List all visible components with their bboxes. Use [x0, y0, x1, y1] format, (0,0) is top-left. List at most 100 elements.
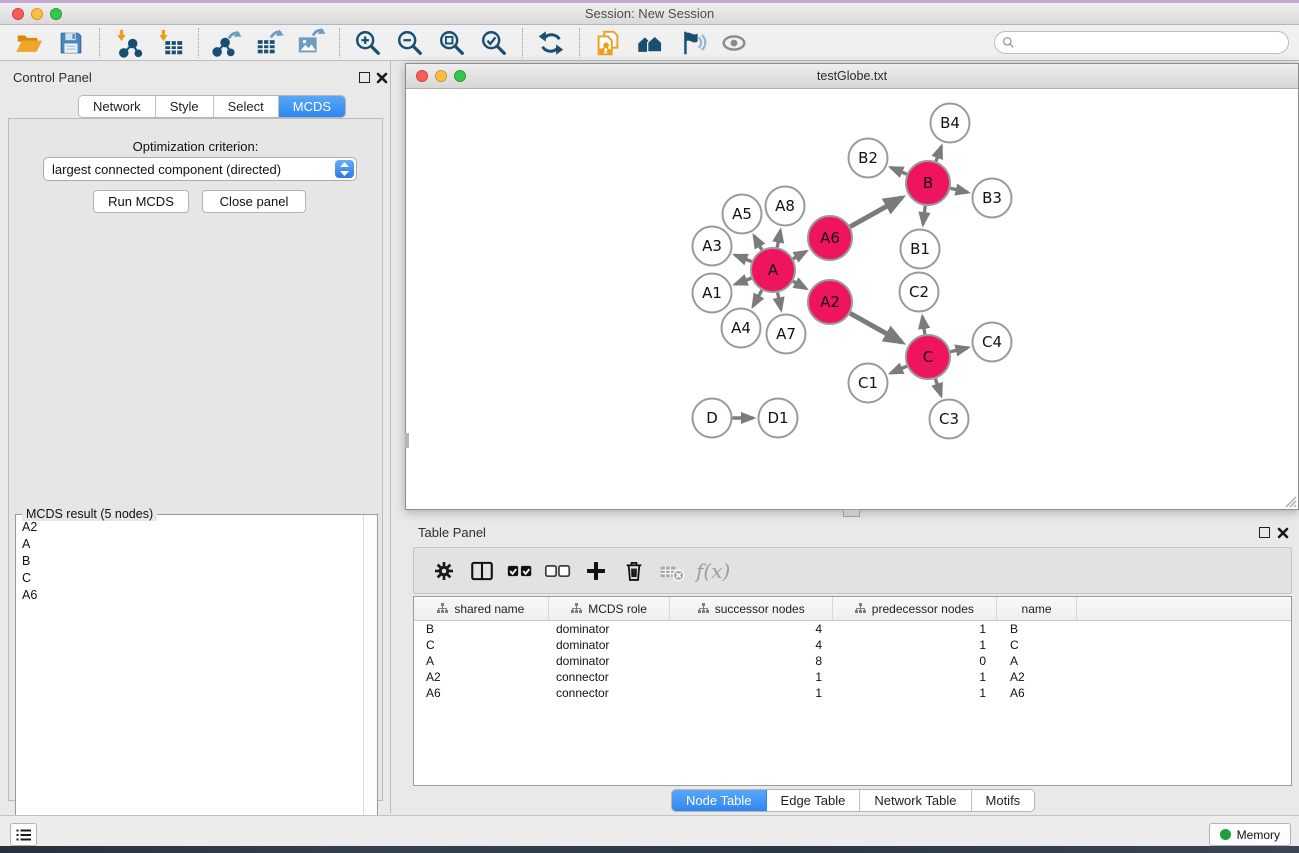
tab-select[interactable]: Select	[214, 96, 279, 117]
node-B3[interactable]: B3	[973, 179, 1012, 218]
node-A3[interactable]: A3	[693, 227, 732, 266]
network-left-scroll-thumb[interactable]	[405, 433, 409, 448]
mcds-result-item[interactable]: A6	[16, 586, 363, 603]
column-header-name[interactable]: name	[997, 597, 1078, 620]
node-B2[interactable]: B2	[849, 139, 888, 178]
mcds-result-item[interactable]: A2	[16, 518, 363, 535]
run-mcds-button[interactable]: Run MCDS	[93, 190, 189, 213]
zoom-fit-icon[interactable]	[435, 26, 469, 60]
show-panels-list-button[interactable]	[10, 823, 37, 846]
table-options-gear-icon[interactable]	[426, 556, 462, 586]
zoom-out-icon[interactable]	[393, 26, 427, 60]
node-A2[interactable]: A2	[808, 280, 852, 324]
node-A8[interactable]: A8	[766, 187, 805, 226]
criterion-dropdown[interactable]: largest connected component (directed)	[43, 157, 357, 181]
node-C[interactable]: C	[906, 335, 950, 379]
edge-C-C2[interactable]	[922, 317, 924, 335]
mcds-result-item[interactable]: C	[16, 569, 363, 586]
edge-B-B2[interactable]	[891, 168, 907, 175]
node-B[interactable]: B	[906, 161, 950, 205]
import-table-icon[interactable]	[153, 26, 187, 60]
edge-C-C4[interactable]	[950, 348, 967, 352]
table-row[interactable]: Adominator80A	[414, 653, 1291, 669]
tab-network-table[interactable]: Network Table	[860, 790, 971, 811]
search-input[interactable]	[1019, 36, 1288, 50]
node-A4[interactable]: A4	[722, 309, 761, 348]
node-A6[interactable]: A6	[808, 216, 852, 260]
table-row[interactable]: A2connector11A2	[414, 669, 1291, 685]
edge-A-A4[interactable]	[753, 290, 762, 306]
table-row[interactable]: Cdominator41C	[414, 637, 1291, 653]
column-header-MCDS-role[interactable]: MCDS role	[549, 597, 671, 620]
tab-node-table[interactable]: Node Table	[672, 790, 767, 811]
column-header-successor-nodes[interactable]: successor nodes	[670, 597, 833, 620]
tab-edge-table[interactable]: Edge Table	[767, 790, 861, 811]
network-canvas[interactable]: A B C A6 A2 A1 A3 A4 A5 A7 A8 B1 B2 B3B4 C1 C2 C3C4 D D1	[406, 89, 1298, 509]
bird-view-eye-icon[interactable]	[717, 26, 751, 60]
table-row[interactable]: Bdominator41B	[414, 621, 1291, 637]
edge-A-A2[interactable]	[793, 281, 806, 288]
show-column-icon[interactable]	[464, 556, 500, 586]
float-table-panel-button[interactable]	[1259, 527, 1270, 538]
import-network-icon[interactable]	[111, 26, 145, 60]
node-C1[interactable]: C1	[849, 364, 888, 403]
node-D[interactable]: D	[693, 399, 732, 438]
show-graphics-details-icon[interactable]	[675, 26, 709, 60]
edge-C-C3[interactable]	[935, 379, 941, 396]
open-session-icon[interactable]	[12, 26, 46, 60]
node-C3[interactable]: C3	[930, 400, 969, 439]
close-panel-icon[interactable]	[376, 72, 388, 84]
add-column-icon[interactable]	[578, 556, 614, 586]
column-header-shared-name[interactable]: shared name	[414, 597, 549, 620]
mcds-result-list[interactable]: A2ABCA6	[16, 518, 363, 853]
edge-A6-B[interactable]	[850, 198, 902, 227]
edge-C-C1[interactable]	[891, 366, 907, 373]
node-A[interactable]: A	[751, 248, 795, 292]
node-B4[interactable]: B4	[931, 104, 970, 143]
refresh-icon[interactable]	[534, 26, 568, 60]
node-C2[interactable]: C2	[900, 273, 939, 312]
node-D1[interactable]: D1	[759, 399, 798, 438]
result-list-scrollbar[interactable]	[363, 515, 377, 853]
edge-A-A8[interactable]	[777, 231, 780, 248]
node-A5[interactable]: A5	[723, 195, 762, 234]
edge-A-A7[interactable]	[778, 293, 781, 310]
edge-A-A3[interactable]	[735, 255, 751, 261]
export-network-icon[interactable]	[210, 26, 244, 60]
float-panel-button[interactable]	[359, 72, 370, 83]
select-all-columns-icon[interactable]	[502, 556, 538, 586]
edge-A-A5[interactable]	[754, 236, 762, 250]
export-image-icon[interactable]	[294, 26, 328, 60]
edge-B-B4[interactable]	[936, 146, 941, 161]
function-builder-icon[interactable]: f(x)	[696, 559, 730, 583]
edge-B-B3[interactable]	[950, 188, 967, 192]
node-C4[interactable]: C4	[973, 323, 1012, 362]
mcds-result-item[interactable]: B	[16, 552, 363, 569]
zoom-selected-icon[interactable]	[477, 26, 511, 60]
search-field[interactable]	[994, 31, 1289, 54]
save-session-icon[interactable]	[54, 26, 88, 60]
first-neighbors-icon[interactable]	[633, 26, 667, 60]
zoom-in-icon[interactable]	[351, 26, 385, 60]
edge-A-A1[interactable]	[735, 278, 751, 284]
delete-table-icon[interactable]	[654, 556, 690, 586]
mcds-result-item[interactable]: A	[16, 535, 363, 552]
tab-mcds[interactable]: MCDS	[279, 96, 345, 117]
delete-column-icon[interactable]	[616, 556, 652, 586]
node-table[interactable]: shared nameMCDS rolesuccessor nodesprede…	[413, 596, 1292, 786]
edge-A2-C[interactable]	[850, 313, 902, 342]
tab-network[interactable]: Network	[79, 96, 156, 117]
edge-A-A6[interactable]	[793, 251, 806, 258]
node-B1[interactable]: B1	[901, 230, 940, 269]
export-table-icon[interactable]	[252, 26, 286, 60]
resize-grip-icon[interactable]	[1283, 494, 1297, 508]
close-panel-button[interactable]: Close panel	[202, 190, 306, 213]
node-A1[interactable]: A1	[693, 274, 732, 313]
tab-style[interactable]: Style	[156, 96, 214, 117]
edge-B-B1[interactable]	[923, 206, 925, 224]
column-header-predecessor-nodes[interactable]: predecessor nodes	[833, 597, 997, 620]
node-A7[interactable]: A7	[767, 315, 806, 354]
unselect-all-columns-icon[interactable]	[540, 556, 576, 586]
tab-motifs[interactable]: Motifs	[972, 790, 1035, 811]
table-row[interactable]: A6connector11A6	[414, 685, 1291, 701]
